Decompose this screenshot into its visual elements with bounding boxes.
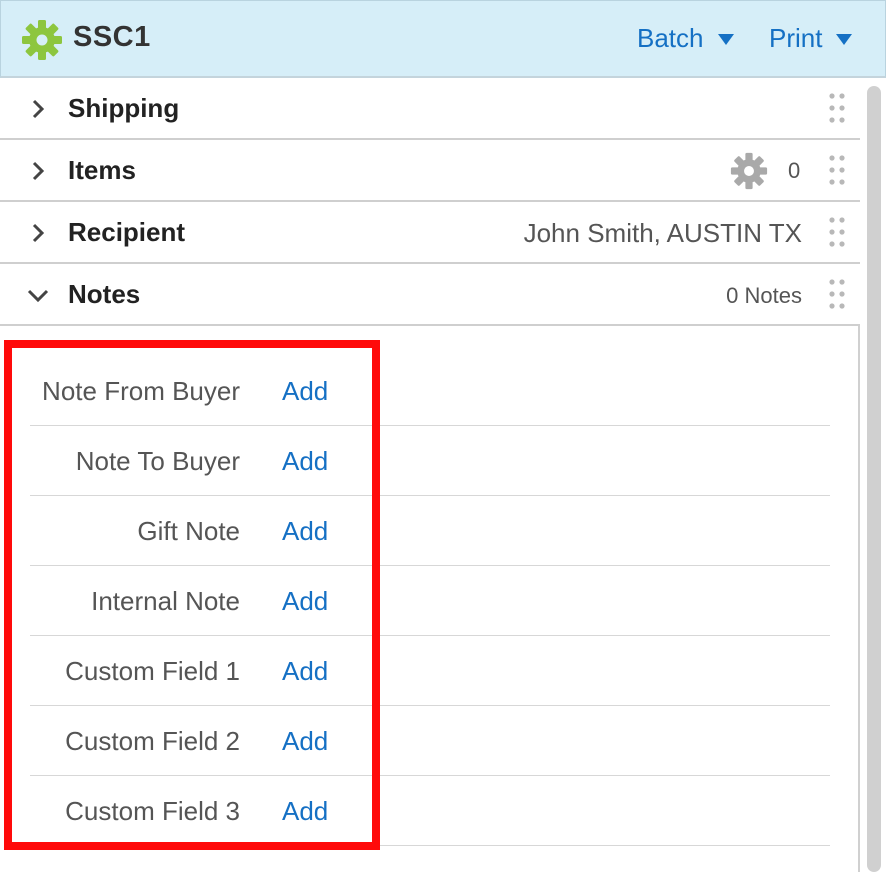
gear-icon <box>22 20 62 60</box>
section-recipient[interactable]: Recipient John Smith, AUSTIN TX <box>0 202 860 264</box>
print-menu-label: Print <box>769 23 823 53</box>
drag-handle-icon[interactable] <box>828 154 846 186</box>
chevron-right-icon <box>32 161 45 181</box>
note-label: Note From Buyer <box>42 376 240 406</box>
add-custom-field-3-link[interactable]: Add <box>282 796 328 827</box>
chevron-down-icon <box>27 289 49 303</box>
items-count: 0 <box>788 158 801 183</box>
section-label: Notes <box>68 279 141 309</box>
section-label: Recipient <box>68 217 186 247</box>
note-row-internal-note: Internal Note Add <box>30 566 830 636</box>
recipient-summary: John Smith, AUSTIN TX <box>523 218 802 248</box>
note-label: Note To Buyer <box>75 446 240 476</box>
print-menu-button[interactable]: Print <box>769 23 853 54</box>
add-note-to-buyer-link[interactable]: Add <box>282 446 328 477</box>
settings-gear-icon[interactable] <box>730 152 768 190</box>
note-row-custom-field-3: Custom Field 3 Add <box>30 776 830 846</box>
note-row-gift-note: Gift Note Add <box>30 496 830 566</box>
drag-handle-icon[interactable] <box>828 278 846 310</box>
add-note-from-buyer-link[interactable]: Add <box>282 376 328 407</box>
note-label: Custom Field 3 <box>65 796 240 826</box>
section-items[interactable]: Items 0 <box>0 140 860 202</box>
scrollbar[interactable] <box>860 78 886 872</box>
caret-down-icon <box>836 34 853 45</box>
panel-header: SSC1 Batch Print <box>0 0 886 78</box>
section-shipping[interactable]: Shipping <box>0 78 860 140</box>
add-custom-field-1-link[interactable]: Add <box>282 656 328 687</box>
note-label: Internal Note <box>91 586 240 616</box>
drag-handle-icon[interactable] <box>828 216 846 248</box>
page-title: SSC1 <box>73 21 151 53</box>
note-row-note-from-buyer: Note From Buyer Add <box>30 356 830 426</box>
section-label: Shipping <box>68 93 180 123</box>
note-label: Custom Field 2 <box>65 726 240 756</box>
note-label: Gift Note <box>137 516 240 546</box>
chevron-right-icon <box>32 99 45 119</box>
add-gift-note-link[interactable]: Add <box>282 516 328 547</box>
section-notes[interactable]: Notes 0 Notes <box>0 264 860 326</box>
caret-down-icon <box>717 34 734 45</box>
section-label: Items <box>68 155 136 185</box>
add-custom-field-2-link[interactable]: Add <box>282 726 328 757</box>
note-row-custom-field-2: Custom Field 2 Add <box>30 706 830 776</box>
notes-list: Note From Buyer Add Note To Buyer Add Gi… <box>0 326 860 872</box>
notes-summary: 0 Notes <box>726 283 802 308</box>
drag-handle-icon[interactable] <box>828 92 846 124</box>
chevron-right-icon <box>32 223 45 243</box>
add-internal-note-link[interactable]: Add <box>282 586 328 617</box>
batch-menu-label: Batch <box>637 23 704 53</box>
note-label: Custom Field 1 <box>65 656 240 686</box>
note-row-note-to-buyer: Note To Buyer Add <box>30 426 830 496</box>
batch-menu-button[interactable]: Batch <box>637 23 734 54</box>
scrollbar-thumb[interactable] <box>867 86 881 872</box>
note-row-custom-field-1: Custom Field 1 Add <box>30 636 830 706</box>
